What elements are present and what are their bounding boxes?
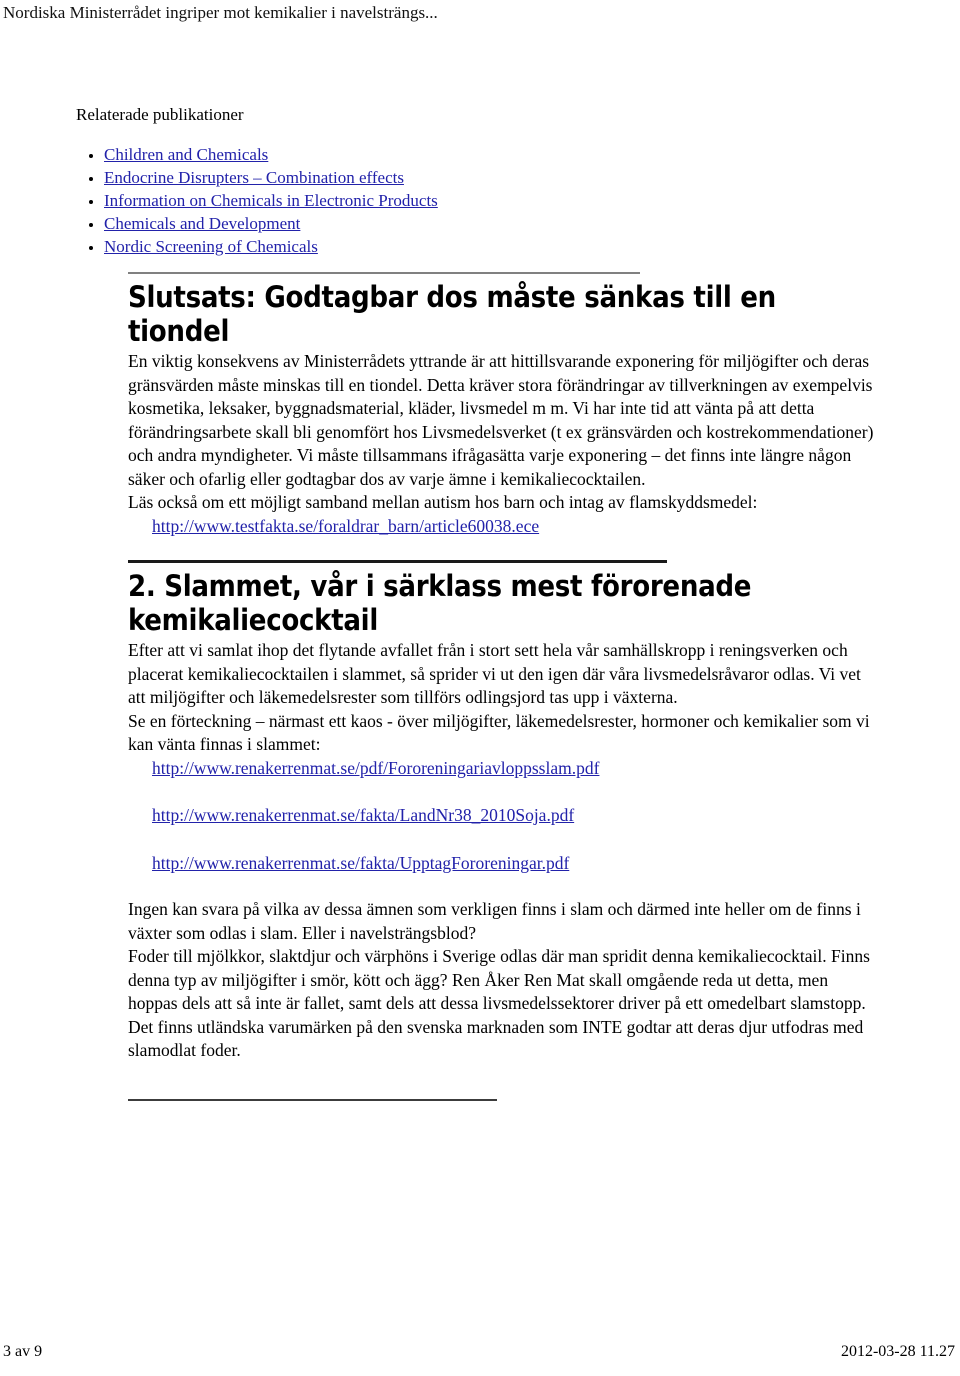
section2-paragraph-1: Efter att vi samlat ihop det flytande av… bbox=[128, 640, 861, 707]
list-item: Endocrine Disrupters – Combination effec… bbox=[104, 166, 960, 189]
running-header-title: Nordiska Ministerrådet ingriper mot kemi… bbox=[3, 3, 438, 22]
section1-paragraph-1: En viktig konsekvens av Ministerrådets y… bbox=[128, 351, 874, 489]
page-footer: 3 av 9 2012-03-28 11.27 bbox=[0, 1342, 960, 1364]
list-item: Information on Chemicals in Electronic P… bbox=[104, 189, 960, 212]
section2-link-row-1: http://www.renakerrenmat.se/pdf/Fororeni… bbox=[152, 757, 960, 781]
document-content: Relaterade publikationer Children and Ch… bbox=[0, 104, 960, 1101]
related-publications-list: Children and Chemicals Endocrine Disrupt… bbox=[0, 143, 960, 258]
list-item: Chemicals and Development bbox=[104, 212, 960, 235]
list-item: Children and Chemicals bbox=[104, 143, 960, 166]
section-divider-bottom bbox=[128, 1098, 497, 1101]
related-publications-label: Relaterade publikationer bbox=[76, 105, 244, 124]
section1-heading: Slutsats: Godtagbar dos måste sänkas til… bbox=[128, 280, 776, 348]
landnr38-soja-pdf-link[interactable]: http://www.renakerrenmat.se/fakta/LandNr… bbox=[152, 805, 574, 825]
section-divider-middle bbox=[128, 560, 667, 563]
publication-link-nordic-screening[interactable]: Nordic Screening of Chemicals bbox=[104, 237, 318, 256]
publication-link-chemicals-and-development[interactable]: Chemicals and Development bbox=[104, 214, 300, 233]
section2-paragraph-4: Foder till mjölkkor, slaktdjur och värph… bbox=[128, 946, 870, 1060]
section2-link-row-3: http://www.renakerrenmat.se/fakta/Upptag… bbox=[152, 852, 960, 876]
section2-paragraph-3: Ingen kan svara på vilka av dessa ämnen … bbox=[128, 899, 861, 943]
fororeningar-avloppsslam-pdf-link[interactable]: http://www.renakerrenmat.se/pdf/Fororeni… bbox=[152, 758, 599, 778]
section2-paragraph-2: Se en förteckning – närmast ett kaos - ö… bbox=[128, 710, 870, 755]
footer-timestamp: 2012-03-28 11.27 bbox=[840, 1343, 955, 1360]
footer-page-number: 3 av 9 bbox=[3, 1343, 43, 1360]
publication-link-information-on-chemicals[interactable]: Information on Chemicals in Electronic P… bbox=[104, 191, 438, 210]
publication-link-children-and-chemicals[interactable]: Children and Chemicals bbox=[104, 145, 268, 164]
testfakta-article-link[interactable]: http://www.testfakta.se/foraldrar_barn/a… bbox=[152, 516, 539, 536]
section2-link-row-2: http://www.renakerrenmat.se/fakta/LandNr… bbox=[152, 804, 960, 828]
section1-paragraph-2: Läs också om ett möjligt samband mellan … bbox=[128, 492, 758, 512]
section1-link-row: http://www.testfakta.se/foraldrar_barn/a… bbox=[152, 515, 960, 539]
publication-link-endocrine-disrupters[interactable]: Endocrine Disrupters – Combination effec… bbox=[104, 168, 404, 187]
upptag-fororeningar-pdf-link[interactable]: http://www.renakerrenmat.se/fakta/Upptag… bbox=[152, 853, 569, 873]
section2-heading: 2. Slammet, vår i särklass mest förorena… bbox=[128, 569, 752, 637]
section-divider-top bbox=[128, 272, 640, 274]
list-item: Nordic Screening of Chemicals bbox=[104, 235, 960, 258]
